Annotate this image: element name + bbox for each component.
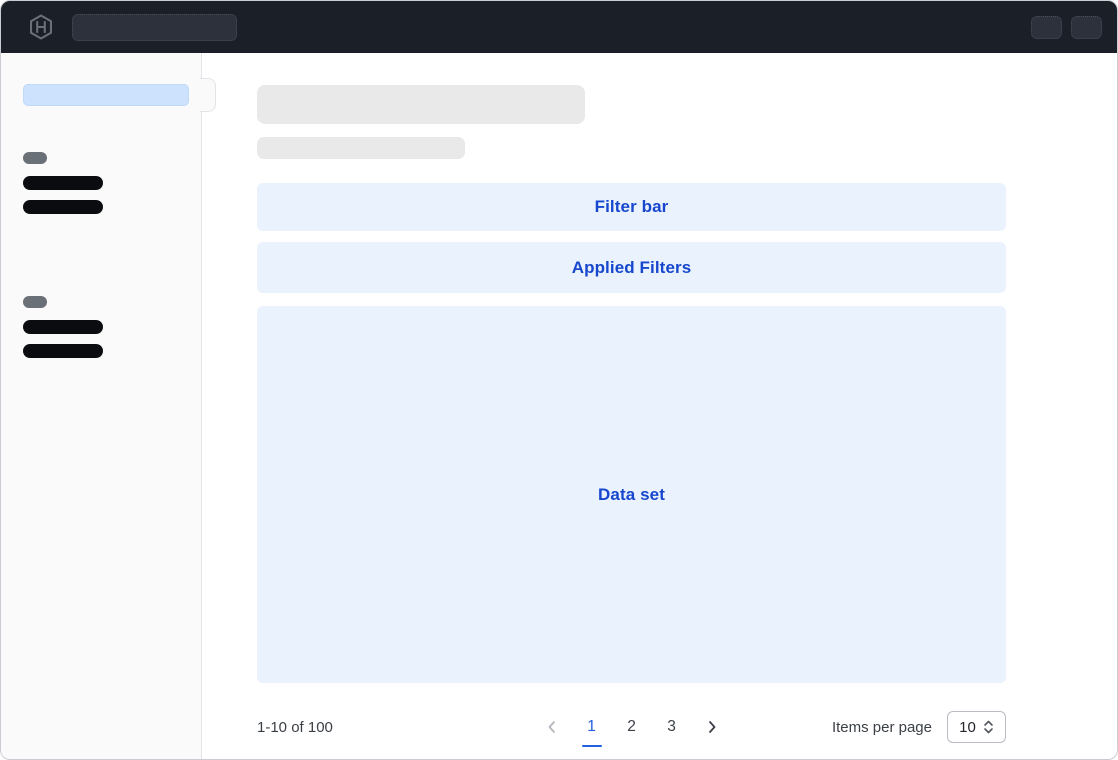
nav-action-skeleton-1	[1031, 16, 1062, 39]
sidebar	[1, 53, 202, 760]
sidebar-item-skeleton	[23, 200, 103, 214]
data-set-placeholder: Data set	[257, 306, 1006, 683]
nav-action-skeleton-2	[1071, 16, 1102, 39]
filter-bar-label: Filter bar	[595, 197, 669, 217]
pagination-page-2[interactable]: 2	[620, 713, 644, 741]
pagination-bar: 1-10 of 100 1 2 3 Items per page	[257, 705, 1006, 749]
sidebar-item-skeleton	[23, 344, 103, 358]
caret-up-down-icon	[983, 720, 994, 734]
content-inner: Filter bar Applied Filters Data set 1-10…	[257, 85, 1006, 749]
pagination-range-text: 1-10 of 100	[257, 719, 333, 736]
top-navigation-bar	[1, 1, 1117, 53]
sidenav-collapse-handle[interactable]	[200, 78, 216, 112]
items-per-page-control: Items per page 10	[832, 711, 1006, 743]
pagination-page-1[interactable]: 1	[580, 713, 604, 741]
sidebar-group-1	[1, 152, 201, 214]
hashicorp-logo-icon	[28, 14, 54, 40]
chevron-right-icon	[704, 719, 720, 735]
chevron-left-icon	[544, 719, 560, 735]
page-title-skeleton	[257, 85, 585, 124]
pagination-prev-button[interactable]	[540, 713, 564, 741]
sidebar-group-2	[1, 296, 201, 358]
sidebar-section-label-skeleton	[23, 152, 47, 164]
page-size-select[interactable]: 10	[947, 711, 1006, 743]
nav-search-skeleton	[72, 14, 237, 41]
pagination-page-3[interactable]: 3	[660, 713, 684, 741]
filter-bar-placeholder: Filter bar	[257, 183, 1006, 231]
sidebar-active-item-skeleton	[23, 84, 189, 106]
data-set-label: Data set	[598, 485, 665, 505]
page-subtitle-skeleton	[257, 137, 465, 159]
sidebar-item-skeleton	[23, 176, 103, 190]
main-content: Filter bar Applied Filters Data set 1-10…	[202, 53, 1117, 760]
applied-filters-label: Applied Filters	[572, 258, 692, 278]
applied-filters-placeholder: Applied Filters	[257, 242, 1006, 293]
page-size-value: 10	[959, 719, 976, 736]
app-window: Filter bar Applied Filters Data set 1-10…	[0, 0, 1118, 760]
items-per-page-label: Items per page	[832, 719, 932, 736]
app-body: Filter bar Applied Filters Data set 1-10…	[1, 53, 1117, 760]
pagination-next-button[interactable]	[700, 713, 724, 741]
sidebar-item-skeleton	[23, 320, 103, 334]
sidebar-section-label-skeleton	[23, 296, 47, 308]
pager: 1 2 3	[540, 713, 724, 741]
